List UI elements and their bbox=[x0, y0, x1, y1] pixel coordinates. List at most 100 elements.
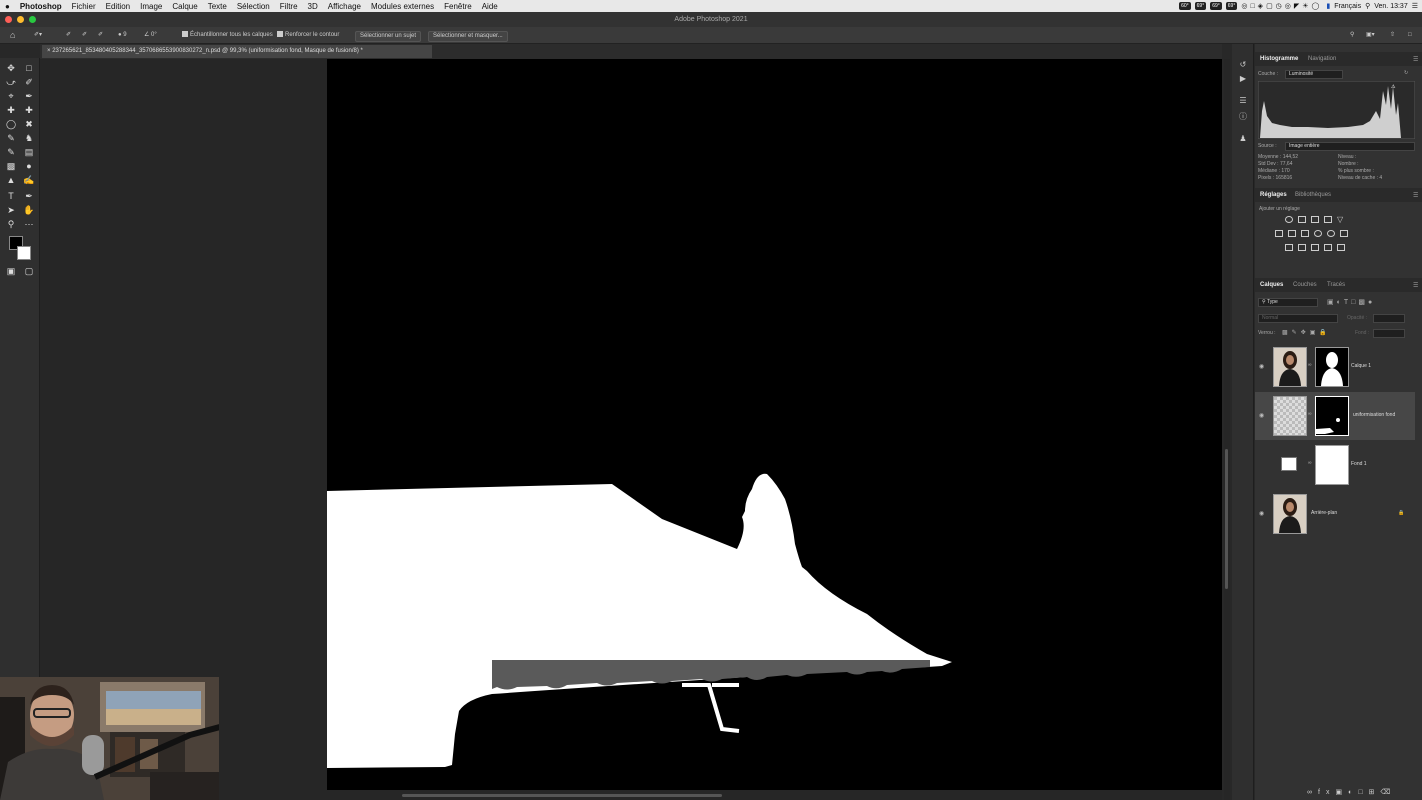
tray-temp-1[interactable]: 60° bbox=[1179, 2, 1191, 10]
minimize-window-button[interactable] bbox=[17, 16, 24, 23]
posterize-icon[interactable] bbox=[1298, 244, 1306, 251]
exposure-icon[interactable] bbox=[1324, 216, 1332, 223]
type-tool-icon[interactable]: T bbox=[5, 190, 17, 202]
vertical-scrollbar[interactable] bbox=[1224, 59, 1230, 800]
tray-temp-3[interactable]: 69° bbox=[1210, 2, 1222, 10]
tab-paths[interactable]: Tracés bbox=[1327, 282, 1345, 288]
fill-field[interactable] bbox=[1373, 329, 1405, 338]
refresh-histogram-icon[interactable]: ↻ bbox=[1404, 70, 1408, 76]
source-select[interactable]: Image entière bbox=[1285, 142, 1415, 151]
menu-photoshop[interactable]: Photoshop bbox=[15, 2, 67, 11]
smudge-tool-icon[interactable]: ✍ bbox=[23, 174, 35, 186]
background-color-swatch[interactable] bbox=[17, 246, 31, 260]
patch-tool-icon[interactable]: ✚ bbox=[23, 104, 35, 116]
color-lookup-icon[interactable] bbox=[1340, 230, 1348, 237]
properties-icon[interactable]: ☰ bbox=[1238, 96, 1248, 106]
add-to-selection-icon[interactable]: ✐ bbox=[82, 31, 87, 40]
menu-3d[interactable]: 3D bbox=[303, 2, 323, 11]
layer-mask-thumbnail[interactable] bbox=[1315, 347, 1349, 387]
menu-selection[interactable]: Sélection bbox=[232, 2, 275, 11]
document-canvas[interactable] bbox=[327, 59, 1222, 790]
crop-tool-icon[interactable]: ⌖ bbox=[5, 90, 17, 102]
new-layer-icon[interactable]: ⊞ bbox=[1369, 789, 1381, 796]
channel-mixer-icon[interactable] bbox=[1327, 230, 1335, 237]
layer-name[interactable]: Arrière-plan bbox=[1311, 510, 1337, 516]
channel-select[interactable]: Luminosité bbox=[1285, 70, 1343, 79]
apple-menu-icon[interactable]: ● bbox=[0, 2, 15, 11]
new-selection-icon[interactable]: ✐ bbox=[66, 31, 71, 40]
adjustments-menu-icon[interactable]: ☰ bbox=[1413, 192, 1418, 199]
vibrance-icon[interactable]: ▽ bbox=[1337, 216, 1345, 224]
layer-row-calque-1[interactable]: ◉ ∞ Calque 1 bbox=[1255, 343, 1415, 391]
menu-edition[interactable]: Edition bbox=[101, 2, 135, 11]
layer-filter-icons[interactable]: ▣◐T□▩● bbox=[1327, 298, 1375, 306]
brush-size-picker[interactable]: ● 9 bbox=[118, 31, 127, 40]
tab-channels[interactable]: Couches bbox=[1293, 282, 1317, 288]
hand-tool-icon[interactable]: ✋ bbox=[23, 204, 35, 216]
close-document-icon[interactable]: × bbox=[47, 48, 51, 54]
dodge-tool-icon[interactable]: ▲ bbox=[5, 174, 17, 186]
clone-stamp-tool-icon[interactable]: ♞ bbox=[23, 132, 35, 144]
mask-link-icon[interactable]: ∞ bbox=[1308, 411, 1312, 417]
layer-name[interactable]: Calque 1 bbox=[1351, 363, 1371, 369]
more-tools-icon[interactable]: ⋯ bbox=[23, 218, 35, 230]
input-language[interactable]: Français bbox=[1334, 3, 1361, 10]
actions-play-icon[interactable]: ▶ bbox=[1238, 74, 1248, 84]
delete-layer-icon[interactable]: ⌫ bbox=[1380, 789, 1396, 796]
screen-mode-icon[interactable]: ▢ bbox=[23, 265, 35, 277]
quick-selection-tool-icon[interactable]: ✐ bbox=[23, 76, 35, 88]
layer-row-fond-1[interactable]: ∞ Fond 1 bbox=[1255, 441, 1415, 489]
subtract-from-selection-icon[interactable]: ✐ bbox=[98, 31, 103, 40]
healing-brush-tool-icon[interactable]: ✚ bbox=[5, 104, 17, 116]
photo-filter-icon[interactable] bbox=[1314, 230, 1322, 237]
history-icon[interactable]: ↺ bbox=[1238, 60, 1248, 70]
add-mask-icon[interactable]: ▣ bbox=[1335, 789, 1348, 796]
brightness-contrast-icon[interactable] bbox=[1285, 216, 1293, 223]
search-panel-icon[interactable]: ⚲ bbox=[1350, 31, 1354, 40]
blend-mode-select[interactable]: Normal bbox=[1258, 314, 1338, 323]
selective-color-icon[interactable] bbox=[1324, 244, 1332, 251]
mask-link-icon[interactable]: ∞ bbox=[1308, 460, 1312, 466]
black-white-icon[interactable] bbox=[1301, 230, 1309, 237]
workspace-icon[interactable]: ▣▾ bbox=[1366, 31, 1375, 40]
visibility-eye-icon[interactable]: ◉ bbox=[1259, 363, 1264, 370]
panel-toggle-icon[interactable]: □ bbox=[1408, 31, 1412, 40]
hue-saturation-icon[interactable] bbox=[1275, 230, 1283, 237]
new-group-icon[interactable]: □ bbox=[1358, 789, 1368, 796]
layer-mask-thumbnail[interactable] bbox=[1315, 396, 1349, 436]
layer-mask-thumbnail[interactable] bbox=[1315, 445, 1349, 485]
angle-field[interactable]: ∠ 0° bbox=[144, 31, 157, 40]
menu-calque[interactable]: Calque bbox=[167, 2, 202, 11]
menu-image[interactable]: Image bbox=[135, 2, 167, 11]
curves-icon[interactable] bbox=[1311, 216, 1319, 223]
layers-menu-icon[interactable]: ☰ bbox=[1413, 282, 1418, 289]
tab-adjustments[interactable]: Réglages bbox=[1260, 192, 1287, 198]
menu-affichage[interactable]: Affichage bbox=[323, 2, 366, 11]
move-tool-icon[interactable]: ✥ bbox=[5, 62, 17, 74]
opacity-field[interactable] bbox=[1373, 314, 1405, 323]
threshold-icon[interactable] bbox=[1311, 244, 1319, 251]
zoom-window-button[interactable] bbox=[29, 16, 36, 23]
share-icon[interactable]: ⇧ bbox=[1390, 31, 1395, 40]
tab-libraries[interactable]: Bibliothèques bbox=[1295, 192, 1331, 198]
layer-name[interactable]: Fond 1 bbox=[1351, 461, 1367, 467]
character-icon[interactable]: ♟ bbox=[1238, 134, 1248, 144]
horizontal-scroll-thumb[interactable] bbox=[402, 794, 722, 797]
color-balance-icon[interactable] bbox=[1288, 230, 1296, 237]
tray-icons[interactable]: ◎□◈▢◷◎◤☀◯ bbox=[1241, 2, 1322, 10]
notification-center-icon[interactable]: ☰ bbox=[1412, 2, 1418, 10]
visibility-eye-icon[interactable]: ◉ bbox=[1259, 412, 1264, 419]
marquee-tool-icon[interactable]: □ bbox=[23, 62, 35, 74]
layer-filter-select[interactable]: ⚲ Type bbox=[1258, 298, 1318, 307]
quick-mask-icon[interactable]: ▣ bbox=[5, 265, 17, 277]
layer-row-uniformisation-fond[interactable]: ◉ ∞ uniformisation fond bbox=[1255, 392, 1415, 440]
lock-icons[interactable]: ▩✎✥▣🔒 bbox=[1282, 329, 1331, 336]
gradient-map-icon[interactable] bbox=[1337, 244, 1345, 251]
menu-texte[interactable]: Texte bbox=[203, 2, 232, 11]
eraser-tool-icon[interactable]: ▤ bbox=[23, 146, 35, 158]
menu-aide[interactable]: Aide bbox=[477, 2, 503, 11]
sample-all-layers-checkbox[interactable]: Échantillonner tous les calques bbox=[182, 31, 273, 40]
tab-layers[interactable]: Calques bbox=[1260, 282, 1283, 288]
search-icon[interactable]: ⚲ bbox=[1365, 2, 1370, 10]
info-icon[interactable]: ⓘ bbox=[1238, 112, 1248, 122]
